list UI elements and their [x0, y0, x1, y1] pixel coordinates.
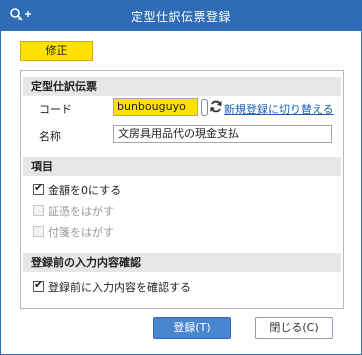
window-title: 定型仕訳伝票登録 — [130, 10, 231, 24]
title-bar[interactable]: 定型仕訳伝票登録 — [1, 1, 361, 31]
register-button[interactable]: 登録(T) — [153, 317, 231, 339]
switch-to-new-link[interactable]: 新規登録に切り替える — [224, 101, 334, 117]
code-input[interactable]: bunbouguyo — [113, 98, 198, 116]
code-search-handle[interactable] — [201, 99, 208, 116]
zero-amount-label: 金額を0にする — [48, 184, 122, 197]
remove-sticky-note-label: 付箋をはがす — [48, 226, 114, 239]
section-heading-voucher: 定型仕訳伝票 — [23, 77, 341, 96]
close-button[interactable]: 閉じる(C) — [255, 317, 333, 339]
confirm-before-register-checkbox[interactable]: ✔ — [33, 278, 44, 292]
remove-evidence-label: 証憑をはがす — [48, 205, 114, 218]
zero-amount-checkbox[interactable]: ✔ — [33, 181, 44, 195]
settings-panel: 定型仕訳伝票 コード bunbouguyo 新規登録に切り替える 名称 文房具用… — [20, 70, 344, 309]
check-icon: ✔ — [34, 278, 44, 291]
check-icon: ✔ — [34, 181, 44, 194]
name-field[interactable]: 文房具用品代の現金支払 — [113, 125, 332, 143]
mode-badge: 修正 — [20, 41, 93, 61]
refresh-icon[interactable] — [209, 99, 223, 114]
confirm-before-register-label: 登録前に入力内容を確認する — [48, 281, 191, 294]
remove-evidence-checkbox[interactable] — [33, 205, 44, 216]
dialog-window: 定型仕訳伝票登録 修正 定型仕訳伝票 コード bunbouguyo 新規登録に切… — [0, 0, 362, 355]
section-heading-items: 項目 — [23, 157, 341, 176]
code-label: コード — [39, 103, 72, 116]
name-label: 名称 — [39, 130, 61, 143]
remove-sticky-note-checkbox[interactable] — [33, 226, 44, 237]
section-heading-confirm: 登録前の入力内容確認 — [23, 253, 341, 272]
